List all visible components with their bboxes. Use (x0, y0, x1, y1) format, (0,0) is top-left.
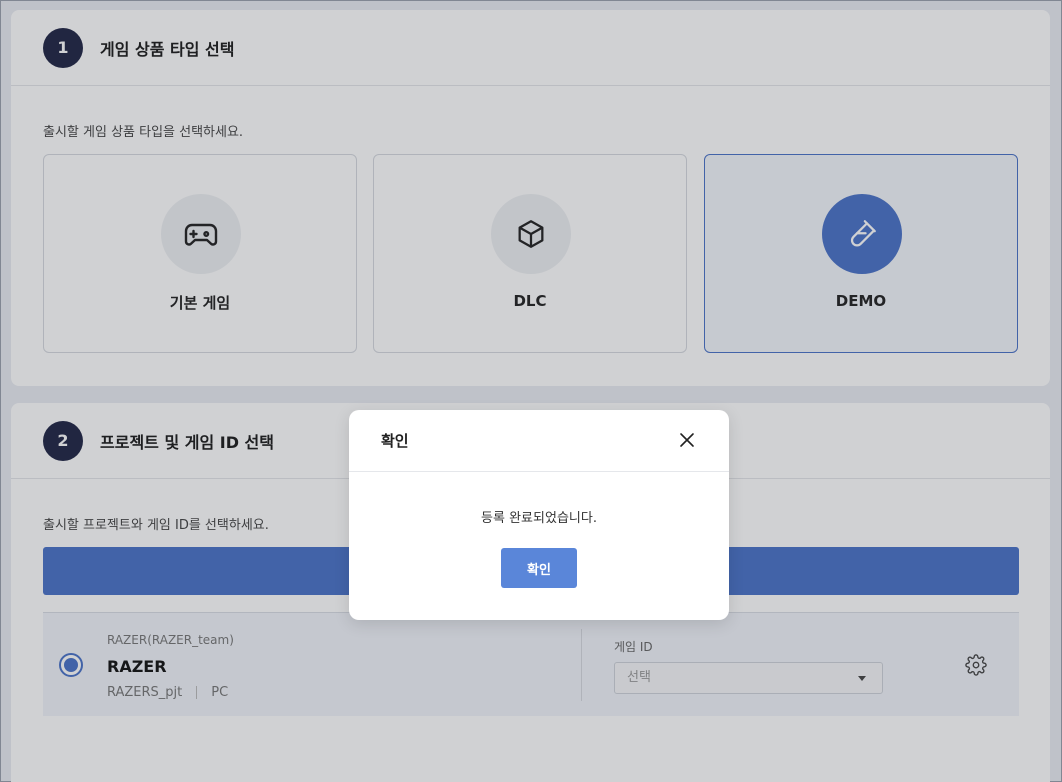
dialog-title: 확인 (381, 432, 409, 450)
confirm-dialog: 확인 등록 완료되었습니다. 확인 (349, 410, 729, 620)
dialog-message: 등록 완료되었습니다. (481, 511, 597, 526)
modal-overlay[interactable] (0, 0, 1062, 782)
confirm-button[interactable]: 확인 (501, 548, 577, 588)
dialog-header: 확인 (349, 410, 729, 472)
close-icon[interactable] (679, 432, 695, 448)
